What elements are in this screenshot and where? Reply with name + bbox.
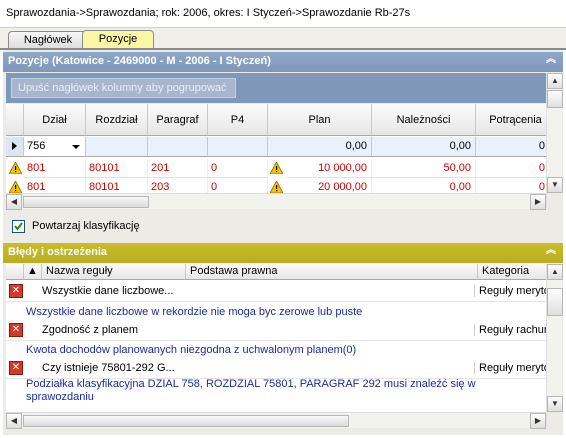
- error-message: Kwota dochodów planowanych niezgodna z u…: [26, 344, 357, 356]
- collapse-chevron-icon[interactable]: ︽: [545, 245, 557, 259]
- row-indicator-header: [6, 104, 24, 136]
- cell-dzial: 801: [24, 159, 86, 178]
- scroll-corner: [547, 193, 563, 209]
- rule-name: Zgodność z planem: [42, 324, 138, 336]
- scroll-right-icon[interactable]: ▶: [530, 194, 546, 210]
- scroll-right-icon[interactable]: ▶: [530, 413, 546, 429]
- tab-pozycje[interactable]: Pozycje: [82, 30, 154, 50]
- filter-rozdzial-cell[interactable]: [86, 137, 148, 157]
- current-row-arrow-icon: [12, 142, 17, 150]
- error-icon: ✕: [9, 361, 23, 375]
- scroll-up-icon[interactable]: ▲: [547, 264, 563, 280]
- tab-naglowek[interactable]: Nagłówek: [8, 31, 88, 49]
- checkmark-icon: [14, 222, 23, 231]
- rule-category: Reguły meryto: [474, 285, 546, 297]
- scroll-down-icon[interactable]: ▼: [547, 177, 563, 193]
- scroll-up-icon[interactable]: ▲: [547, 73, 563, 89]
- collapse-chevron-icon[interactable]: ︽: [545, 54, 557, 68]
- column-header-kategoria[interactable]: Kategoria: [478, 264, 546, 280]
- column-header-rozdzial[interactable]: Rozdział: [86, 104, 148, 136]
- filter-plan-cell[interactable]: 0,00: [268, 137, 372, 157]
- scroll-thumb[interactable]: [547, 90, 563, 108]
- rule-name: Wszystkie dane liczbowe...: [42, 285, 174, 297]
- filter-potracenia-cell[interactable]: 0: [476, 137, 546, 157]
- column-header-podstawa-prawna[interactable]: Podstawa prawna: [186, 264, 478, 280]
- pozycje-panel-header[interactable]: Pozycje (Katowice - 2469000 - M - 2006 -…: [3, 52, 563, 72]
- column-header-p4[interactable]: P4: [208, 104, 268, 136]
- horizontal-scrollbar[interactable]: ◀ ▶: [6, 412, 546, 429]
- group-by-area[interactable]: Upuść nagłówek kolumny aby pogrupować: [6, 73, 546, 103]
- vertical-scrollbar[interactable]: ▲ ▼: [546, 73, 563, 209]
- repeat-classification-checkbox[interactable]: [12, 220, 25, 233]
- scroll-corner: [547, 412, 563, 428]
- error-row[interactable]: ✕ Czy istnieje 75801-292 G... Reguły mer…: [6, 358, 546, 379]
- error-row[interactable]: ✕ Zgodność z planem Reguły rachun: [6, 320, 546, 341]
- cell-paragraf: 201: [148, 159, 208, 178]
- group-by-placeholder: Upuść nagłówek kolumny aby pogrupować: [11, 78, 236, 98]
- column-header-nazwa-reguly[interactable]: Nazwa reguły: [42, 264, 186, 280]
- filter-paragraf-cell[interactable]: [148, 137, 208, 157]
- column-header-paragraf[interactable]: Paragraf: [148, 104, 208, 136]
- scroll-thumb[interactable]: [23, 415, 349, 427]
- scroll-left-icon[interactable]: ◀: [6, 413, 22, 429]
- warning-icon: [270, 162, 283, 174]
- errors-panel-header[interactable]: Błędy i ostrzeżenia ︽: [3, 243, 563, 263]
- warning-icon: [9, 181, 22, 193]
- filter-row-indicator: [6, 137, 24, 157]
- repeat-classification-label[interactable]: Powtarzaj klasyfikację: [32, 220, 140, 232]
- warning-icon: [9, 162, 22, 174]
- cell-naleznosci: 50,00: [372, 159, 476, 178]
- errors-grid: ▲ Nazwa reguły Podstawa prawna Kategoria…: [6, 264, 546, 414]
- cell-potracenia: 0: [476, 159, 546, 178]
- column-header-dzial[interactable]: Dział: [24, 104, 86, 136]
- cell-rozdzial: 80101: [86, 159, 148, 178]
- error-icon: ✕: [9, 284, 23, 298]
- error-row[interactable]: ✕ Wszystkie dane liczbowe... Reguły mery…: [6, 281, 546, 302]
- breadcrumb: Sprawozdania->Sprawozdania; rok: 2006, o…: [0, 0, 566, 28]
- rule-name: Czy istnieje 75801-292 G...: [42, 362, 175, 374]
- dropdown-arrow-icon[interactable]: [71, 137, 81, 156]
- pozycje-panel-title: Pozycje (Katowice - 2469000 - M - 2006 -…: [8, 55, 271, 67]
- scroll-thumb[interactable]: [547, 288, 563, 316]
- scroll-down-icon[interactable]: ▼: [547, 396, 563, 412]
- warning-icon: [270, 181, 283, 193]
- scroll-thumb[interactable]: [23, 196, 149, 208]
- sort-ascending-icon[interactable]: ▲: [24, 264, 42, 280]
- rule-category: Reguły rachun: [474, 324, 546, 336]
- filter-dzial-value: 756: [27, 140, 46, 152]
- vertical-scrollbar[interactable]: ▲ ▼: [546, 264, 563, 428]
- filter-naleznosci-cell[interactable]: 0,00: [372, 137, 476, 157]
- error-icon: ✕: [9, 323, 23, 337]
- filter-dzial-dropdown[interactable]: 756: [24, 137, 86, 157]
- rule-category: Reguły meryto: [474, 362, 546, 374]
- error-message: Podziałka klasyfikacyjna DZIAL 758, ROZD…: [26, 378, 476, 403]
- errors-indicator-header: [6, 264, 24, 280]
- column-header-naleznosci[interactable]: Należności: [372, 104, 476, 136]
- errors-panel-title: Błędy i ostrzeżenia: [8, 246, 108, 258]
- column-header-plan[interactable]: Plan: [268, 104, 372, 136]
- scroll-left-icon[interactable]: ◀: [6, 194, 22, 210]
- column-header-potracenia[interactable]: Potrącenia: [476, 104, 546, 136]
- cell-p4: 0: [208, 159, 268, 178]
- horizontal-scrollbar[interactable]: ◀ ▶: [6, 193, 546, 210]
- filter-p4-cell[interactable]: [208, 137, 268, 157]
- error-message: Wszystkie dane liczbowe w rekordzie nie …: [26, 306, 363, 318]
- cell-plan: 10 000,00: [286, 159, 372, 178]
